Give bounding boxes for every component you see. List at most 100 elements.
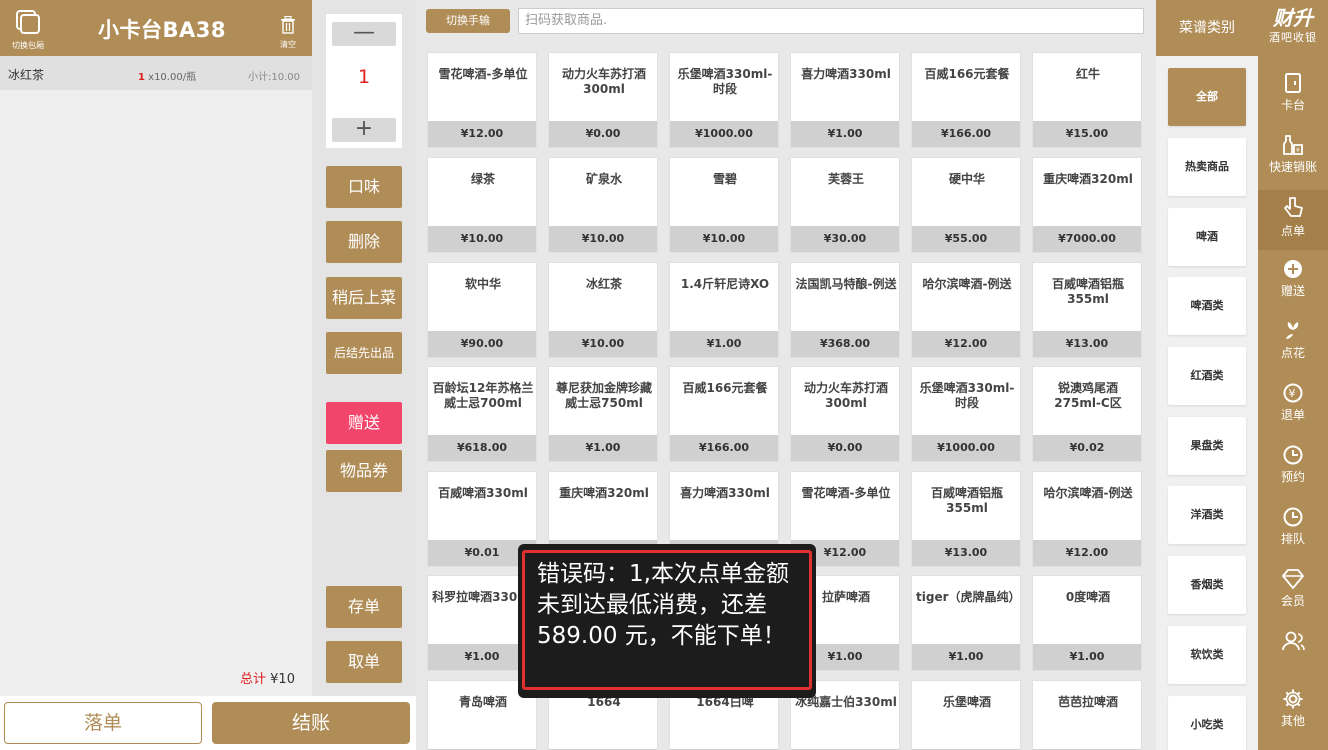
product-card[interactable]: 哈尔滨啤酒-例送 ¥12.00 bbox=[911, 262, 1021, 358]
category-item[interactable]: 香烟类 bbox=[1168, 556, 1246, 614]
product-card[interactable]: tiger（虎牌晶纯） ¥1.00 bbox=[911, 575, 1021, 671]
order-list: 冰红茶 1 x10.00/瓶 小计:10.00 bbox=[0, 56, 312, 90]
order-item-unit: x10.00/瓶 bbox=[148, 72, 197, 83]
product-card[interactable]: 绿茶 ¥10.00 bbox=[427, 157, 537, 253]
product-name: 雪花啤酒-多单位 bbox=[801, 486, 891, 500]
product-price: ¥13.00 bbox=[1033, 331, 1141, 357]
take-order-button[interactable]: 取单 bbox=[326, 641, 402, 683]
save-order-button[interactable]: 存单 bbox=[326, 586, 402, 628]
nav-label: 其他 bbox=[1280, 714, 1305, 728]
product-card[interactable]: 乐堡啤酒 bbox=[911, 680, 1021, 750]
nav-item-refund[interactable]: ¥ 退单 bbox=[1258, 376, 1328, 436]
category-item[interactable]: 红酒类 bbox=[1168, 347, 1246, 405]
product-name: 雪碧 bbox=[712, 172, 737, 186]
product-name: 喜力啤酒330ml bbox=[801, 67, 891, 81]
error-toast: 错误码：1,本次点单金额未到达最低消费，还差 589.00 元，不能下单！ bbox=[518, 544, 816, 698]
product-price: ¥166.00 bbox=[912, 121, 1020, 147]
product-card[interactable]: 1.4斤轩尼诗XO ¥1.00 bbox=[669, 262, 779, 358]
product-card[interactable]: 重庆啤酒320ml ¥7000.00 bbox=[1032, 157, 1142, 253]
checkout-first-button[interactable]: 后结先出品 bbox=[326, 332, 402, 374]
product-card[interactable]: 红牛 ¥15.00 bbox=[1032, 52, 1142, 148]
switch-room-icon bbox=[14, 8, 42, 36]
product-name: 乐堡啤酒 bbox=[942, 695, 991, 709]
product-card[interactable]: 矿泉水 ¥10.00 bbox=[548, 157, 658, 253]
product-card[interactable]: 百威166元套餐 ¥166.00 bbox=[911, 52, 1021, 148]
product-price: ¥15.00 bbox=[1033, 121, 1141, 147]
order-item-subtotal: 小计:10.00 bbox=[248, 72, 300, 83]
nav-item-tables[interactable]: 卡台 bbox=[1258, 66, 1328, 126]
nav-item-reservation[interactable]: 预约 bbox=[1258, 438, 1328, 498]
clear-label: 清空 bbox=[280, 40, 296, 49]
product-price: ¥1.00 bbox=[670, 331, 778, 357]
product-card[interactable]: 喜力啤酒330ml ¥1.00 bbox=[790, 52, 900, 148]
category-item[interactable]: 热卖商品 bbox=[1168, 138, 1246, 196]
right-nav: 财升 酒吧收银 卡台 ¥ 快速销账 点单 赠送 点花 ¥ 退单 预约 排队 会员 bbox=[1258, 0, 1328, 750]
nav-item-member[interactable]: 会员 bbox=[1258, 562, 1328, 622]
product-card[interactable]: 百威166元套餐 ¥166.00 bbox=[669, 366, 779, 462]
nav-item-quick-writeoff[interactable]: ¥ 快速销账 bbox=[1258, 128, 1328, 188]
product-price: ¥0.00 bbox=[791, 435, 899, 461]
product-card[interactable]: 芭芭拉啤酒 bbox=[1032, 680, 1142, 750]
product-card[interactable]: 软中华 ¥90.00 bbox=[427, 262, 537, 358]
switch-room-button[interactable]: 切换包厢 bbox=[6, 8, 50, 54]
nav-item-other[interactable]: 其他 bbox=[1258, 682, 1328, 742]
qty-plus-button[interactable]: + bbox=[332, 118, 396, 142]
category-item[interactable]: 软饮类 bbox=[1168, 626, 1246, 684]
controls-column: — 1 + 口味 删除 稍后上菜 后结先出品 赠送 物品券 存单 取单 bbox=[312, 0, 416, 696]
product-price: ¥55.00 bbox=[912, 226, 1020, 252]
product-card[interactable]: 硬中华 ¥55.00 bbox=[911, 157, 1021, 253]
product-price: ¥10.00 bbox=[428, 226, 536, 252]
nav-item-gift[interactable]: 赠送 bbox=[1258, 252, 1328, 312]
gift-button[interactable]: 赠送 bbox=[326, 402, 402, 444]
product-card[interactable]: 芙蓉王 ¥30.00 bbox=[790, 157, 900, 253]
product-price: ¥1.00 bbox=[791, 121, 899, 147]
svg-text:¥: ¥ bbox=[1289, 387, 1296, 400]
clear-button[interactable]: 清空 bbox=[276, 15, 300, 50]
qty-minus-button[interactable]: — bbox=[332, 22, 396, 46]
product-card[interactable]: 哈尔滨啤酒-例送 ¥12.00 bbox=[1032, 471, 1142, 567]
category-item[interactable]: 全部 bbox=[1168, 68, 1246, 126]
submit-order-button[interactable]: 落单 bbox=[4, 702, 202, 744]
product-price: ¥90.00 bbox=[428, 331, 536, 357]
category-item[interactable]: 啤酒 bbox=[1168, 208, 1246, 266]
product-card[interactable]: 动力火车苏打酒300ml ¥0.00 bbox=[790, 366, 900, 462]
brand-subtitle: 酒吧收银 bbox=[1269, 31, 1317, 44]
order-header: 切换包厢 小卡台BA38 清空 bbox=[0, 0, 312, 56]
switch-room-label: 切换包厢 bbox=[12, 41, 44, 50]
product-card[interactable]: 动力火车苏打酒300ml ¥0.00 bbox=[548, 52, 658, 148]
taste-button[interactable]: 口味 bbox=[326, 166, 402, 208]
product-card[interactable]: 雪碧 ¥10.00 bbox=[669, 157, 779, 253]
nav-item-queue[interactable]: 排队 bbox=[1258, 500, 1328, 560]
nav-item-flower[interactable]: 点花 bbox=[1258, 314, 1328, 374]
product-card[interactable]: 冰红茶 ¥10.00 bbox=[548, 262, 658, 358]
product-card[interactable]: 百龄坛12年苏格兰威士忌700ml ¥618.00 bbox=[427, 366, 537, 462]
product-card[interactable]: 乐堡啤酒330ml-时段 ¥1000.00 bbox=[669, 52, 779, 148]
switch-manual-input-button[interactable]: 切换手输 bbox=[426, 9, 510, 33]
product-name: 动力火车苏打酒300ml bbox=[803, 381, 888, 410]
product-name: 0度啤酒 bbox=[1065, 590, 1111, 604]
voucher-button[interactable]: 物品券 bbox=[326, 450, 402, 492]
scan-input[interactable]: 扫码获取商品. bbox=[518, 8, 1144, 34]
checkout-button[interactable]: 结账 bbox=[212, 702, 410, 744]
product-card[interactable]: 尊尼获加金牌珍藏威士忌750ml ¥1.00 bbox=[548, 366, 658, 462]
product-card[interactable]: 百威啤酒铝瓶355ml ¥13.00 bbox=[911, 471, 1021, 567]
product-card[interactable]: 乐堡啤酒330ml-时段 ¥1000.00 bbox=[911, 366, 1021, 462]
product-card[interactable]: 雪花啤酒-多单位 ¥12.00 bbox=[427, 52, 537, 148]
nav-label: 点花 bbox=[1280, 346, 1305, 360]
delete-button[interactable]: 删除 bbox=[326, 221, 402, 263]
product-card[interactable]: 百威啤酒铝瓶355ml ¥13.00 bbox=[1032, 262, 1142, 358]
category-item[interactable]: 果盘类 bbox=[1168, 417, 1246, 475]
nav-item-users[interactable] bbox=[1258, 624, 1328, 684]
category-item[interactable]: 啤酒类 bbox=[1168, 277, 1246, 335]
total-line: 总计 ¥10 bbox=[240, 668, 295, 687]
product-name: 1.4斤轩尼诗XO bbox=[680, 277, 770, 291]
category-item[interactable]: 洋酒类 bbox=[1168, 486, 1246, 544]
product-card[interactable]: 法国凯马特酿-例送 ¥368.00 bbox=[790, 262, 900, 358]
nav-label: 退单 bbox=[1280, 408, 1305, 422]
product-card[interactable]: 0度啤酒 ¥1.00 bbox=[1032, 575, 1142, 671]
category-item[interactable]: 小吃类 bbox=[1168, 696, 1246, 750]
nav-item-order[interactable]: 点单 bbox=[1258, 190, 1328, 250]
product-card[interactable]: 锐澳鸡尾酒275ml-C区 ¥0.02 bbox=[1032, 366, 1142, 462]
serve-later-button[interactable]: 稍后上菜 bbox=[326, 277, 402, 319]
order-row[interactable]: 冰红茶 1 x10.00/瓶 小计:10.00 bbox=[0, 56, 312, 90]
